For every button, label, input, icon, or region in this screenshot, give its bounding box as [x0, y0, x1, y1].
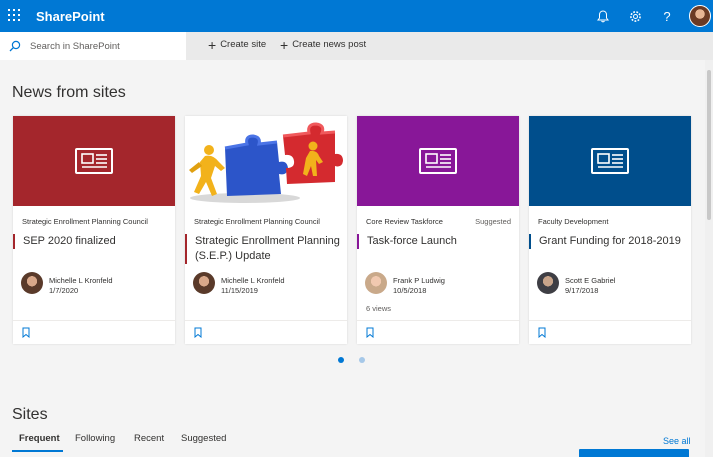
create-news-post-button[interactable]: + Create news post [280, 36, 367, 53]
news-card-3[interactable]: Core Review Taskforce Suggested Task-for… [357, 116, 519, 344]
publish-date: 1/7/2020 [49, 286, 79, 295]
search-input[interactable] [30, 37, 180, 55]
news-card-image[interactable] [357, 116, 519, 206]
publish-date: 9/17/2018 [565, 286, 599, 295]
bookmark-icon[interactable] [194, 327, 202, 338]
news-card-site[interactable]: Core Review Taskforce [366, 217, 443, 226]
suggested-badge: Suggested [475, 217, 511, 226]
news-card-title[interactable]: Strategic Enrollment Planning (S.E.P.) U… [185, 234, 345, 264]
author-name[interactable]: Michelle L Kronfeld [49, 276, 113, 285]
publish-date: 10/5/2018 [393, 286, 427, 295]
news-card-image[interactable] [529, 116, 691, 206]
plus-icon: + [208, 36, 217, 53]
scrollbar-thumb[interactable] [707, 70, 711, 220]
create-news-post-label: Create news post [292, 39, 367, 50]
carousel-dot-1[interactable] [338, 357, 344, 363]
create-site-button[interactable]: + Create site [208, 36, 267, 53]
search-icon [9, 40, 21, 52]
news-card-title[interactable]: SEP 2020 finalized [13, 234, 173, 249]
gear-icon[interactable] [625, 6, 645, 26]
help-icon[interactable]: ? [657, 6, 677, 26]
news-card-title[interactable]: Grant Funding for 2018-2019 [529, 234, 689, 249]
news-card-4[interactable]: Faculty Development Grant Funding for 20… [529, 116, 691, 344]
card-divider [529, 320, 691, 321]
news-card-1[interactable]: Strategic Enrollment Planning Council SE… [13, 116, 175, 344]
view-count: 6 views [366, 304, 392, 313]
news-card-site[interactable]: Strategic Enrollment Planning Council [194, 217, 320, 226]
author-name[interactable]: Frank P Ludwig [393, 276, 445, 285]
news-card-image[interactable] [185, 116, 347, 206]
author-avatar[interactable] [21, 272, 43, 294]
news-icon [591, 148, 629, 174]
create-site-label: Create site [220, 39, 267, 50]
carousel-dot-2[interactable] [359, 357, 365, 363]
news-card-title[interactable]: Task-force Launch [357, 234, 517, 249]
tab-suggested[interactable]: Suggested [181, 433, 226, 444]
news-icon [419, 148, 457, 174]
author-name[interactable]: Scott E Gabriel [565, 276, 615, 285]
news-icon [75, 148, 113, 174]
bookmark-icon[interactable] [366, 327, 374, 338]
card-divider [357, 320, 519, 321]
tab-frequent[interactable]: Frequent [19, 433, 60, 444]
app-title[interactable]: SharePoint [36, 9, 105, 24]
search-box[interactable] [0, 32, 186, 60]
card-divider [13, 320, 175, 321]
author-name[interactable]: Michelle L Kronfeld [221, 276, 285, 285]
author-avatar[interactable] [537, 272, 559, 294]
news-card-site[interactable]: Faculty Development [538, 217, 608, 226]
waffle-icon[interactable] [8, 9, 20, 21]
puzzle-image [189, 122, 343, 203]
primary-button[interactable] [579, 449, 689, 457]
active-tab-indicator [12, 450, 63, 452]
author-avatar[interactable] [193, 272, 215, 294]
publish-date: 11/15/2019 [221, 286, 258, 295]
suite-bar: SharePoint ? [0, 0, 713, 32]
bookmark-icon[interactable] [538, 327, 546, 338]
author-avatar[interactable] [365, 272, 387, 294]
news-heading: News from sites [12, 84, 126, 101]
news-card-site[interactable]: Strategic Enrollment Planning Council [22, 217, 148, 226]
command-bar: + Create site + Create news post [0, 32, 713, 60]
news-card-2[interactable]: Strategic Enrollment Planning Council St… [185, 116, 347, 344]
bell-icon[interactable] [593, 6, 613, 26]
sites-heading: Sites [12, 406, 48, 423]
see-all-link[interactable]: See all [663, 436, 691, 446]
news-card-image[interactable] [13, 116, 175, 206]
card-divider [185, 320, 347, 321]
tab-recent[interactable]: Recent [134, 433, 164, 444]
user-avatar[interactable] [689, 5, 711, 27]
tab-following[interactable]: Following [75, 433, 115, 444]
plus-icon: + [280, 36, 289, 53]
bookmark-icon[interactable] [22, 327, 30, 338]
